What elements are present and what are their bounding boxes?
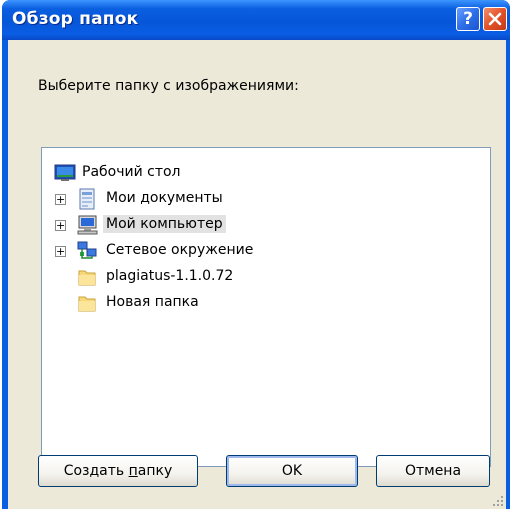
tree-item-label: Новая папка [106, 294, 199, 310]
screen: Обзор папок ? Выберите папку с изображен… [0, 0, 510, 509]
expand-toggle[interactable]: + [55, 194, 66, 205]
tree-item-my-documents[interactable]: + Мои документы [42, 186, 482, 212]
ok-button[interactable]: OK [226, 455, 358, 487]
resize-grip-icon[interactable] [492, 495, 504, 507]
network-icon [77, 241, 97, 259]
my-documents-icon [79, 188, 95, 210]
tree-item-label: Сетевое окружение [106, 242, 254, 258]
tree-item-label: Мои документы [106, 190, 223, 206]
tree-item-new-folder[interactable]: Новая папка [42, 290, 482, 316]
desktop-icon [54, 164, 76, 181]
tree-item-plagiatus-folder[interactable]: plagiatus-1.1.0.72 [42, 264, 482, 290]
tree-item-desktop[interactable]: Рабочий стол [42, 160, 482, 186]
browse-folder-dialog: Обзор папок ? Выберите папку с изображен… [2, 0, 510, 509]
create-folder-label-prefix: Создать [63, 463, 129, 479]
help-button[interactable]: ? [456, 7, 480, 31]
close-button[interactable] [483, 7, 507, 31]
create-folder-button[interactable]: Создать п апку [38, 455, 198, 487]
title-bar[interactable]: Обзор папок ? [2, 0, 510, 40]
tree-item-label: Мой компьютер [103, 215, 226, 233]
help-icon: ? [463, 9, 473, 29]
tree-item-label: Рабочий стол [82, 164, 181, 180]
expand-toggle[interactable]: + [55, 246, 66, 257]
folder-icon [78, 270, 96, 286]
window-title: Обзор папок [12, 9, 139, 29]
my-computer-icon [77, 215, 98, 235]
prompt-label: Выберите папку с изображениями: [38, 78, 299, 94]
dialog-body: Выберите папку с изображениями: Рабочий … [8, 40, 506, 509]
create-folder-label-suffix: апку [137, 463, 173, 479]
expand-toggle[interactable]: + [55, 220, 66, 231]
tree-item-my-computer[interactable]: + Мой компьютер [42, 212, 482, 238]
tree-item-network[interactable]: + Сетевое окружение [42, 238, 482, 264]
folder-tree[interactable]: Рабочий стол + Мои документы + Мой компь… [41, 147, 491, 467]
cancel-button[interactable]: Отмена [376, 455, 490, 487]
close-icon [488, 12, 502, 26]
folder-icon [78, 296, 96, 312]
create-folder-label-accel: п [128, 463, 138, 479]
tree-item-label: plagiatus-1.1.0.72 [106, 268, 234, 284]
